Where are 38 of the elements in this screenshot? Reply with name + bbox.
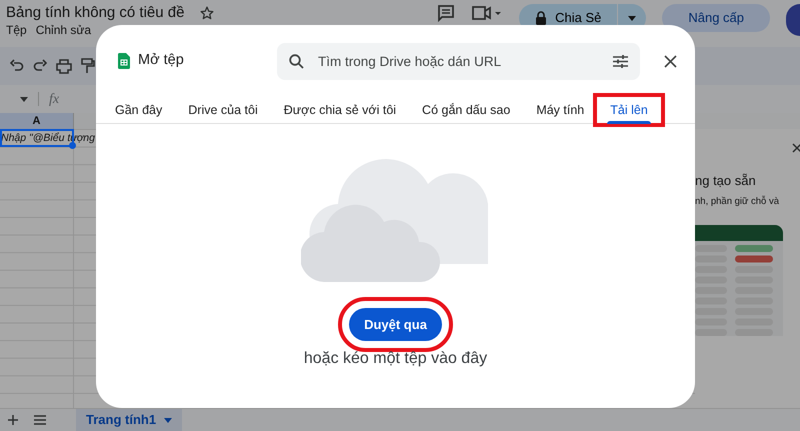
lock-icon — [535, 10, 548, 26]
dialog-tab[interactable]: Có gắn dấu sao — [409, 97, 524, 123]
caret-icon[interactable] — [164, 418, 172, 422]
search-icon — [289, 54, 304, 68]
print-icon[interactable] — [56, 58, 72, 74]
dialog-tab[interactable]: Drive của tôi — [175, 97, 271, 123]
search-field[interactable]: Tìm trong Drive hoặc dán URL — [316, 42, 601, 80]
dialog-tab[interactable]: Gần đây — [102, 97, 176, 123]
redo-icon[interactable] — [33, 59, 47, 73]
caret-icon — [628, 16, 636, 20]
avatar[interactable] — [786, 4, 800, 36]
document-title[interactable]: Bảng tính không có tiêu đề — [6, 3, 184, 23]
undo-icon[interactable] — [10, 59, 24, 73]
sheet-tab[interactable]: Trang tính1 — [76, 408, 182, 431]
menu-icon[interactable] — [34, 415, 46, 425]
comment-icon[interactable] — [437, 4, 456, 22]
dialog-tab[interactable]: Máy tính — [523, 97, 598, 123]
add-sheet-icon[interactable] — [8, 415, 18, 425]
caret-icon[interactable] — [20, 96, 28, 102]
dialog-tab[interactable]: Được chia sẻ với tôi — [270, 97, 410, 123]
menu-item[interactable]: Chỉnh sửa — [36, 23, 92, 37]
filter-icon[interactable] — [613, 54, 628, 68]
panel-description: nh, phần giữ chỗ và — [695, 194, 780, 208]
dialog-title: Mở tệp — [138, 51, 184, 70]
drop-hint: hoặc kéo một tệp vào đây — [304, 349, 488, 369]
upgrade-button[interactable]: Nâng cấp — [662, 4, 770, 32]
column-header[interactable]: A — [0, 113, 74, 129]
close-icon[interactable] — [664, 54, 677, 68]
menu-item[interactable]: Tệp — [6, 23, 27, 37]
browse-button[interactable]: Duyệt qua — [349, 308, 442, 341]
star-icon[interactable] — [200, 6, 214, 20]
close-icon[interactable] — [792, 143, 800, 153]
panel-title: ng tạo sẵn — [695, 172, 757, 190]
search-box[interactable]: Tìm trong Drive hoặc dán URL — [277, 42, 640, 80]
spreadsheet-icon — [118, 53, 130, 69]
paint-format-icon[interactable] — [81, 58, 95, 74]
video-call-icon[interactable] — [471, 4, 504, 22]
function-label: fx — [49, 90, 60, 108]
